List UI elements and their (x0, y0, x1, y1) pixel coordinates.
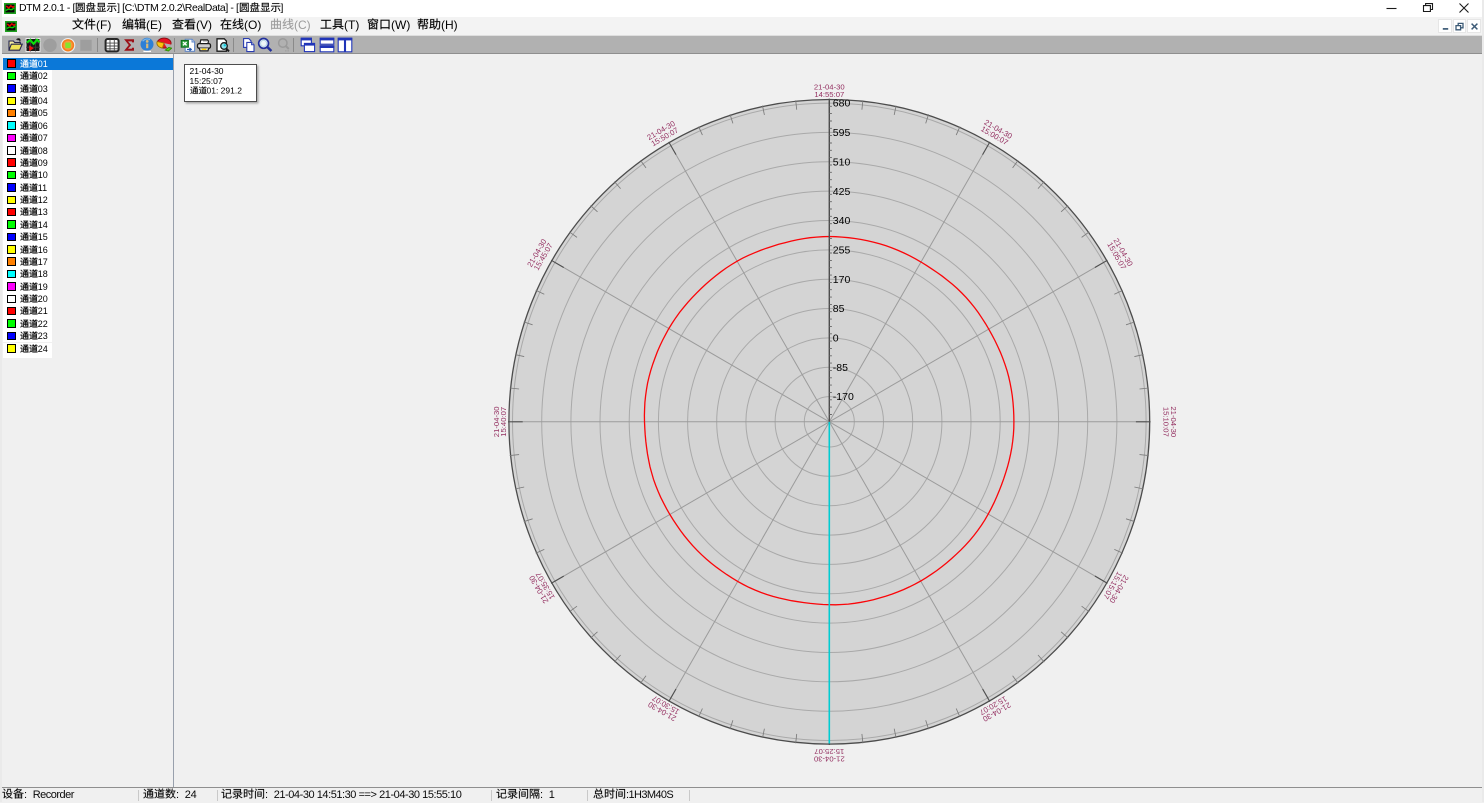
svg-text:14:55:07: 14:55:07 (814, 90, 844, 99)
svg-text:15:40:07: 15:40:07 (499, 407, 508, 437)
svg-text:-170: -170 (833, 391, 854, 403)
svg-text:0: 0 (833, 333, 839, 345)
svg-text:425: 425 (833, 186, 851, 198)
svg-text:595: 595 (833, 127, 851, 139)
svg-text:510: 510 (833, 156, 851, 168)
svg-text:15:25:07: 15:25:07 (814, 747, 844, 756)
svg-text:-85: -85 (833, 362, 848, 374)
svg-text:170: 170 (833, 274, 851, 286)
svg-text:15:10:07: 15:10:07 (1161, 407, 1170, 437)
svg-text:680: 680 (833, 98, 851, 110)
svg-text:340: 340 (833, 215, 851, 227)
svg-text:85: 85 (833, 303, 845, 315)
svg-text:255: 255 (833, 245, 851, 257)
